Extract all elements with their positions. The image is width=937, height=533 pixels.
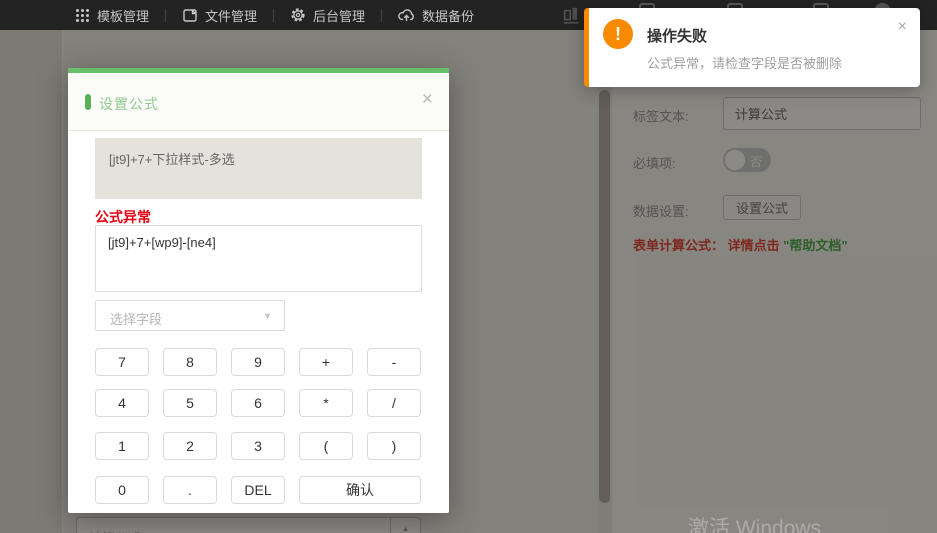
nav-item-label: 文件管理 <box>205 6 257 25</box>
windows-watermark: 激活 Windows <box>688 512 821 533</box>
nav-item-backend-management[interactable]: 后台管理 <box>290 6 365 25</box>
formula-preview: [jt9]+7+下拉样式-多选 <box>95 138 422 199</box>
field-select-placeholder: 选择字段 <box>110 309 162 328</box>
close-icon[interactable]: × <box>898 19 907 35</box>
key-2[interactable]: 2 <box>163 432 217 460</box>
set-formula-modal: 设置公式 × [jt9]+7+下拉样式-多选 公式异常 [jt9]+7+[wp9… <box>68 68 449 513</box>
gear-icon <box>290 7 306 23</box>
key-minus[interactable]: - <box>367 348 421 376</box>
key-5[interactable]: 5 <box>163 389 217 417</box>
nav-item-label: 模板管理 <box>97 6 149 25</box>
confirm-button[interactable]: 确认 <box>299 476 421 504</box>
key-plus[interactable]: + <box>299 348 353 376</box>
nav-divider <box>381 9 382 22</box>
key-open-paren[interactable]: ( <box>299 432 353 460</box>
file-icon <box>182 7 198 23</box>
nav-item-label: 数据备份 <box>422 6 474 25</box>
keypad-row: 0 . DEL 确认 <box>95 476 421 504</box>
key-3[interactable]: 3 <box>231 432 285 460</box>
key-multiply[interactable]: * <box>299 389 353 417</box>
key-0[interactable]: 0 <box>95 476 149 504</box>
keypad-row: 1 2 3 ( ) <box>95 432 421 460</box>
key-6[interactable]: 6 <box>231 389 285 417</box>
cloud-upload-icon <box>398 7 415 23</box>
nav-item-data-backup[interactable]: 数据备份 <box>398 6 474 25</box>
title-pill-icon <box>85 94 91 110</box>
nav-item-label: 后台管理 <box>313 6 365 25</box>
modal-title: 设置公式 <box>99 94 159 114</box>
app-screen: 计算公式 ▴ 标签文本: 必填项: 否 数据设置: 设置公式 表单计算公式： 详… <box>0 0 937 533</box>
key-4[interactable]: 4 <box>95 389 149 417</box>
modal-header: 设置公式 × <box>68 73 449 131</box>
formula-textarea[interactable]: [jt9]+7+[wp9]-[ne4] <box>95 225 422 292</box>
toast-message: 公式异常，请检查字段是否被删除 <box>647 53 842 72</box>
key-delete[interactable]: DEL <box>231 476 285 504</box>
nav-divider <box>273 9 274 22</box>
key-close-paren[interactable]: ) <box>367 432 421 460</box>
key-7[interactable]: 7 <box>95 348 149 376</box>
field-select-dropdown[interactable]: 选择字段 ▼ <box>95 300 285 331</box>
nav-divider <box>165 9 166 22</box>
nav-item-template-management[interactable]: 模板管理 <box>75 6 149 25</box>
toast-title: 操作失败 <box>647 25 707 46</box>
keypad-row: 4 5 6 * / <box>95 389 421 417</box>
key-8[interactable]: 8 <box>163 348 217 376</box>
key-9[interactable]: 9 <box>231 348 285 376</box>
statistics-chart-icon[interactable] <box>562 6 582 26</box>
error-toast: ! 操作失败 公式异常，请检查字段是否被删除 × <box>584 8 920 87</box>
grid-icon <box>75 8 90 23</box>
keypad-row: 7 8 9 + - <box>95 348 421 376</box>
chevron-down-icon: ▼ <box>263 311 272 321</box>
key-divide[interactable]: / <box>367 389 421 417</box>
close-icon[interactable]: × <box>422 90 433 109</box>
nav-item-file-management[interactable]: 文件管理 <box>182 6 257 25</box>
formula-error-text: 公式异常 <box>95 207 151 227</box>
warning-exclamation-icon: ! <box>603 19 633 49</box>
modal-body: [jt9]+7+下拉样式-多选 公式异常 [jt9]+7+[wp9]-[ne4]… <box>68 131 449 512</box>
key-1[interactable]: 1 <box>95 432 149 460</box>
key-dot[interactable]: . <box>163 476 217 504</box>
